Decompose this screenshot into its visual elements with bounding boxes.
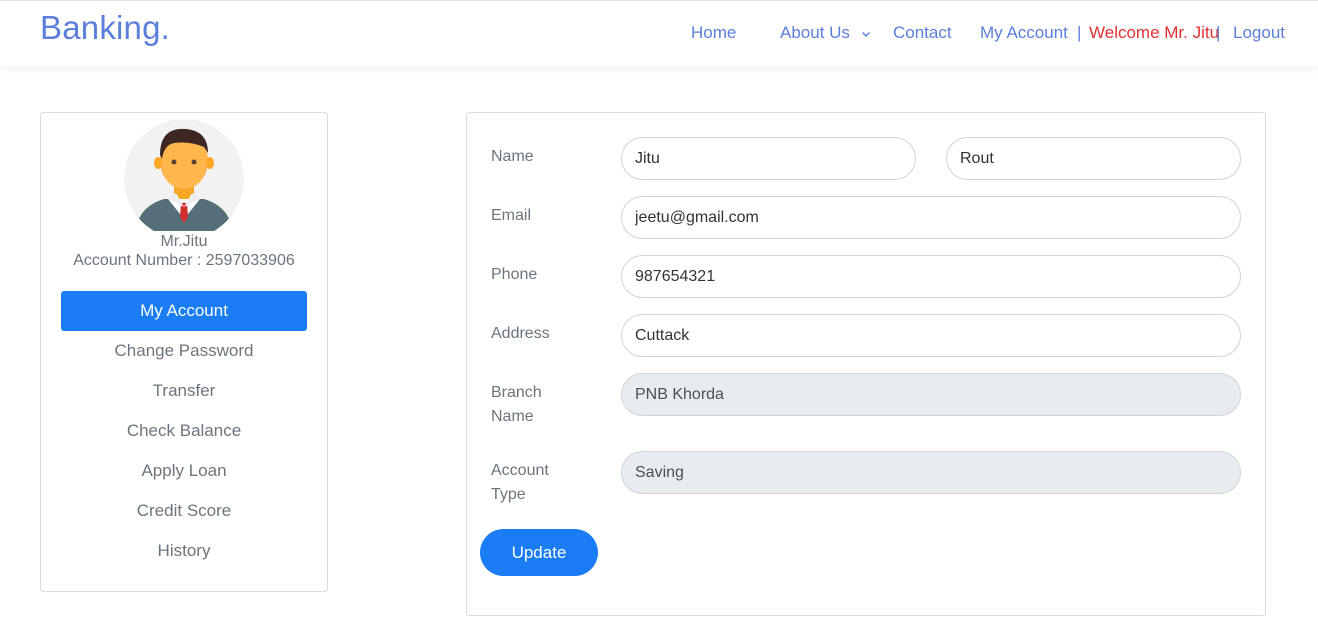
phone-label: Phone bbox=[491, 266, 538, 283]
nav-about-us[interactable]: About Us bbox=[780, 23, 871, 43]
last-name-field[interactable] bbox=[946, 137, 1241, 180]
first-name-field[interactable] bbox=[621, 137, 916, 180]
phone-field[interactable] bbox=[621, 255, 1241, 298]
account-type-label-line1: Account bbox=[491, 462, 549, 479]
update-button[interactable]: Update bbox=[480, 529, 598, 576]
nav-contact[interactable]: Contact bbox=[893, 23, 952, 43]
profile-sidebar: Mr.Jitu Account Number : 2597033906 My A… bbox=[40, 112, 328, 592]
account-number: Account Number : 2597033906 bbox=[73, 252, 295, 269]
nav-home[interactable]: Home bbox=[691, 23, 736, 43]
branch-name-field bbox=[621, 373, 1241, 416]
account-type-label-line2: Type bbox=[491, 486, 526, 503]
sidebar-item-history[interactable]: History bbox=[61, 531, 307, 571]
brand-logo[interactable]: Banking. bbox=[40, 9, 170, 47]
nav-separator: | bbox=[1077, 23, 1082, 42]
sidebar-item-transfer[interactable]: Transfer bbox=[61, 371, 307, 411]
account-type-label: Account Type bbox=[491, 459, 549, 507]
branch-label-line2: Name bbox=[491, 408, 534, 425]
sidebar-item-apply-loan[interactable]: Apply Loan bbox=[61, 451, 307, 491]
chevron-down-icon bbox=[861, 31, 870, 37]
nav-my-account[interactable]: My Account bbox=[980, 23, 1068, 43]
welcome-message: Welcome Mr. Jitu bbox=[1089, 23, 1220, 42]
sidebar-item-credit-score[interactable]: Credit Score bbox=[61, 491, 307, 531]
address-label: Address bbox=[491, 325, 550, 342]
account-form: Name Email Phone Address Branch Name Acc… bbox=[466, 112, 1266, 616]
account-type-field bbox=[621, 451, 1241, 494]
branch-label-line1: Branch bbox=[491, 384, 542, 401]
sidebar-item-my-account[interactable]: My Account bbox=[61, 291, 307, 331]
address-field[interactable] bbox=[621, 314, 1241, 357]
email-label: Email bbox=[491, 207, 532, 224]
profile-name: Mr.Jitu bbox=[160, 233, 208, 250]
name-label: Name bbox=[491, 148, 534, 165]
avatar bbox=[124, 119, 244, 231]
branch-name-label: Branch Name bbox=[491, 381, 542, 429]
top-navbar: Banking. Home About Us Contact My Accoun… bbox=[0, 0, 1318, 66]
nav-logout[interactable]: Logout bbox=[1233, 23, 1285, 43]
sidebar-item-check-balance[interactable]: Check Balance bbox=[61, 411, 307, 451]
sidebar-item-change-password[interactable]: Change Password bbox=[61, 331, 307, 371]
nav-separator: | bbox=[1216, 23, 1221, 42]
email-field[interactable] bbox=[621, 196, 1241, 239]
nav-about-us-label: About Us bbox=[780, 23, 850, 42]
